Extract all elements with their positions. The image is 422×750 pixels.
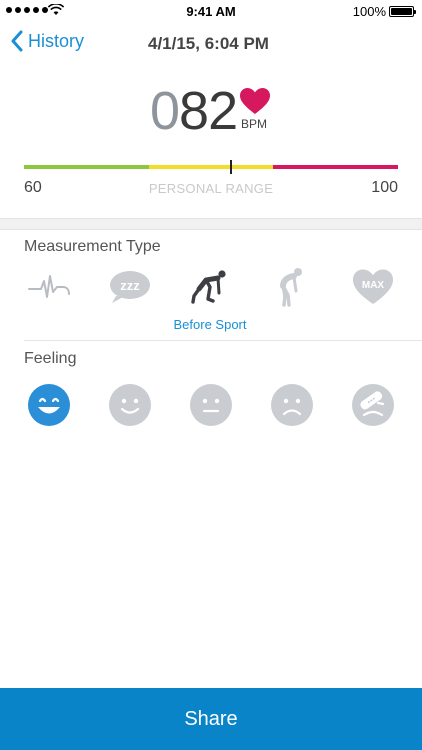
heart-rate-measurement-screen: 9:41 AM 100% History 4/1/15, 6:04 PM 082… xyxy=(0,0,422,750)
bpm-number: 82 xyxy=(179,81,238,141)
share-button[interactable]: Share xyxy=(0,688,422,750)
selected-measurement-type-label: Before Sport xyxy=(173,317,247,332)
exhausted-runner-icon xyxy=(280,268,303,307)
navigation-bar: History 4/1/15, 6:04 PM xyxy=(0,26,422,64)
range-segment-low xyxy=(24,165,149,169)
smiling-face-icon xyxy=(108,384,151,426)
measurement-type-sleep[interactable]: zzz xyxy=(100,265,160,309)
range-max-value: 100 xyxy=(371,179,398,196)
measurement-type-max[interactable]: MAX xyxy=(343,265,403,309)
max-heart-text: MAX xyxy=(362,280,385,291)
range-segment-high xyxy=(273,165,399,169)
heartbeat-icon xyxy=(27,275,70,298)
feeling-very-happy[interactable] xyxy=(19,382,79,428)
battery-icon xyxy=(389,6,416,17)
feeling-heading: Feeling xyxy=(24,350,77,367)
measurement-type-options: zzz MAX xyxy=(0,265,422,309)
back-button[interactable]: History xyxy=(10,30,84,52)
sleep-zzz-text: zzz xyxy=(120,278,140,293)
measurement-feeling-divider xyxy=(24,340,422,341)
measurement-type-heading: Measurement Type xyxy=(24,238,161,255)
range-bar xyxy=(24,165,399,169)
battery-percentage: 100% xyxy=(352,4,386,19)
back-button-label: History xyxy=(28,30,85,51)
feeling-sad[interactable] xyxy=(262,382,322,428)
measurement-type-resting[interactable] xyxy=(19,265,79,309)
heart-icon xyxy=(240,88,270,114)
feeling-sick[interactable] xyxy=(343,382,403,428)
status-bar: 9:41 AM 100% xyxy=(0,0,422,24)
feeling-options xyxy=(0,382,422,428)
runner-start-icon xyxy=(191,270,226,304)
sleep-zzz-icon: zzz xyxy=(109,271,150,303)
bpm-display: 082 BPM xyxy=(0,80,422,150)
range-current-marker xyxy=(229,160,232,174)
measurement-datetime-title: 4/1/15, 6:04 PM xyxy=(148,34,269,53)
measurement-type-after-sport[interactable] xyxy=(262,265,322,309)
bpm-unit-label: BPM xyxy=(241,117,268,131)
sick-bandaged-face-icon xyxy=(352,384,395,426)
feeling-happy[interactable] xyxy=(100,382,160,428)
max-heart-icon: MAX xyxy=(353,269,394,304)
chevron-left-icon xyxy=(11,30,23,52)
section-divider xyxy=(0,218,422,230)
very-happy-face-icon xyxy=(27,384,70,426)
measurement-type-before-sport[interactable] xyxy=(181,265,241,309)
sad-face-icon xyxy=(271,384,314,426)
neutral-face-icon xyxy=(189,384,232,426)
range-label: PERSONAL RANGE xyxy=(148,181,274,196)
personal-range-gauge: 60 PERSONAL RANGE 100 xyxy=(24,160,399,200)
bpm-value: 082 xyxy=(150,80,238,142)
bpm-leading-zero: 0 xyxy=(150,81,180,141)
range-segment-mid xyxy=(148,165,274,169)
feeling-neutral[interactable] xyxy=(181,382,241,428)
